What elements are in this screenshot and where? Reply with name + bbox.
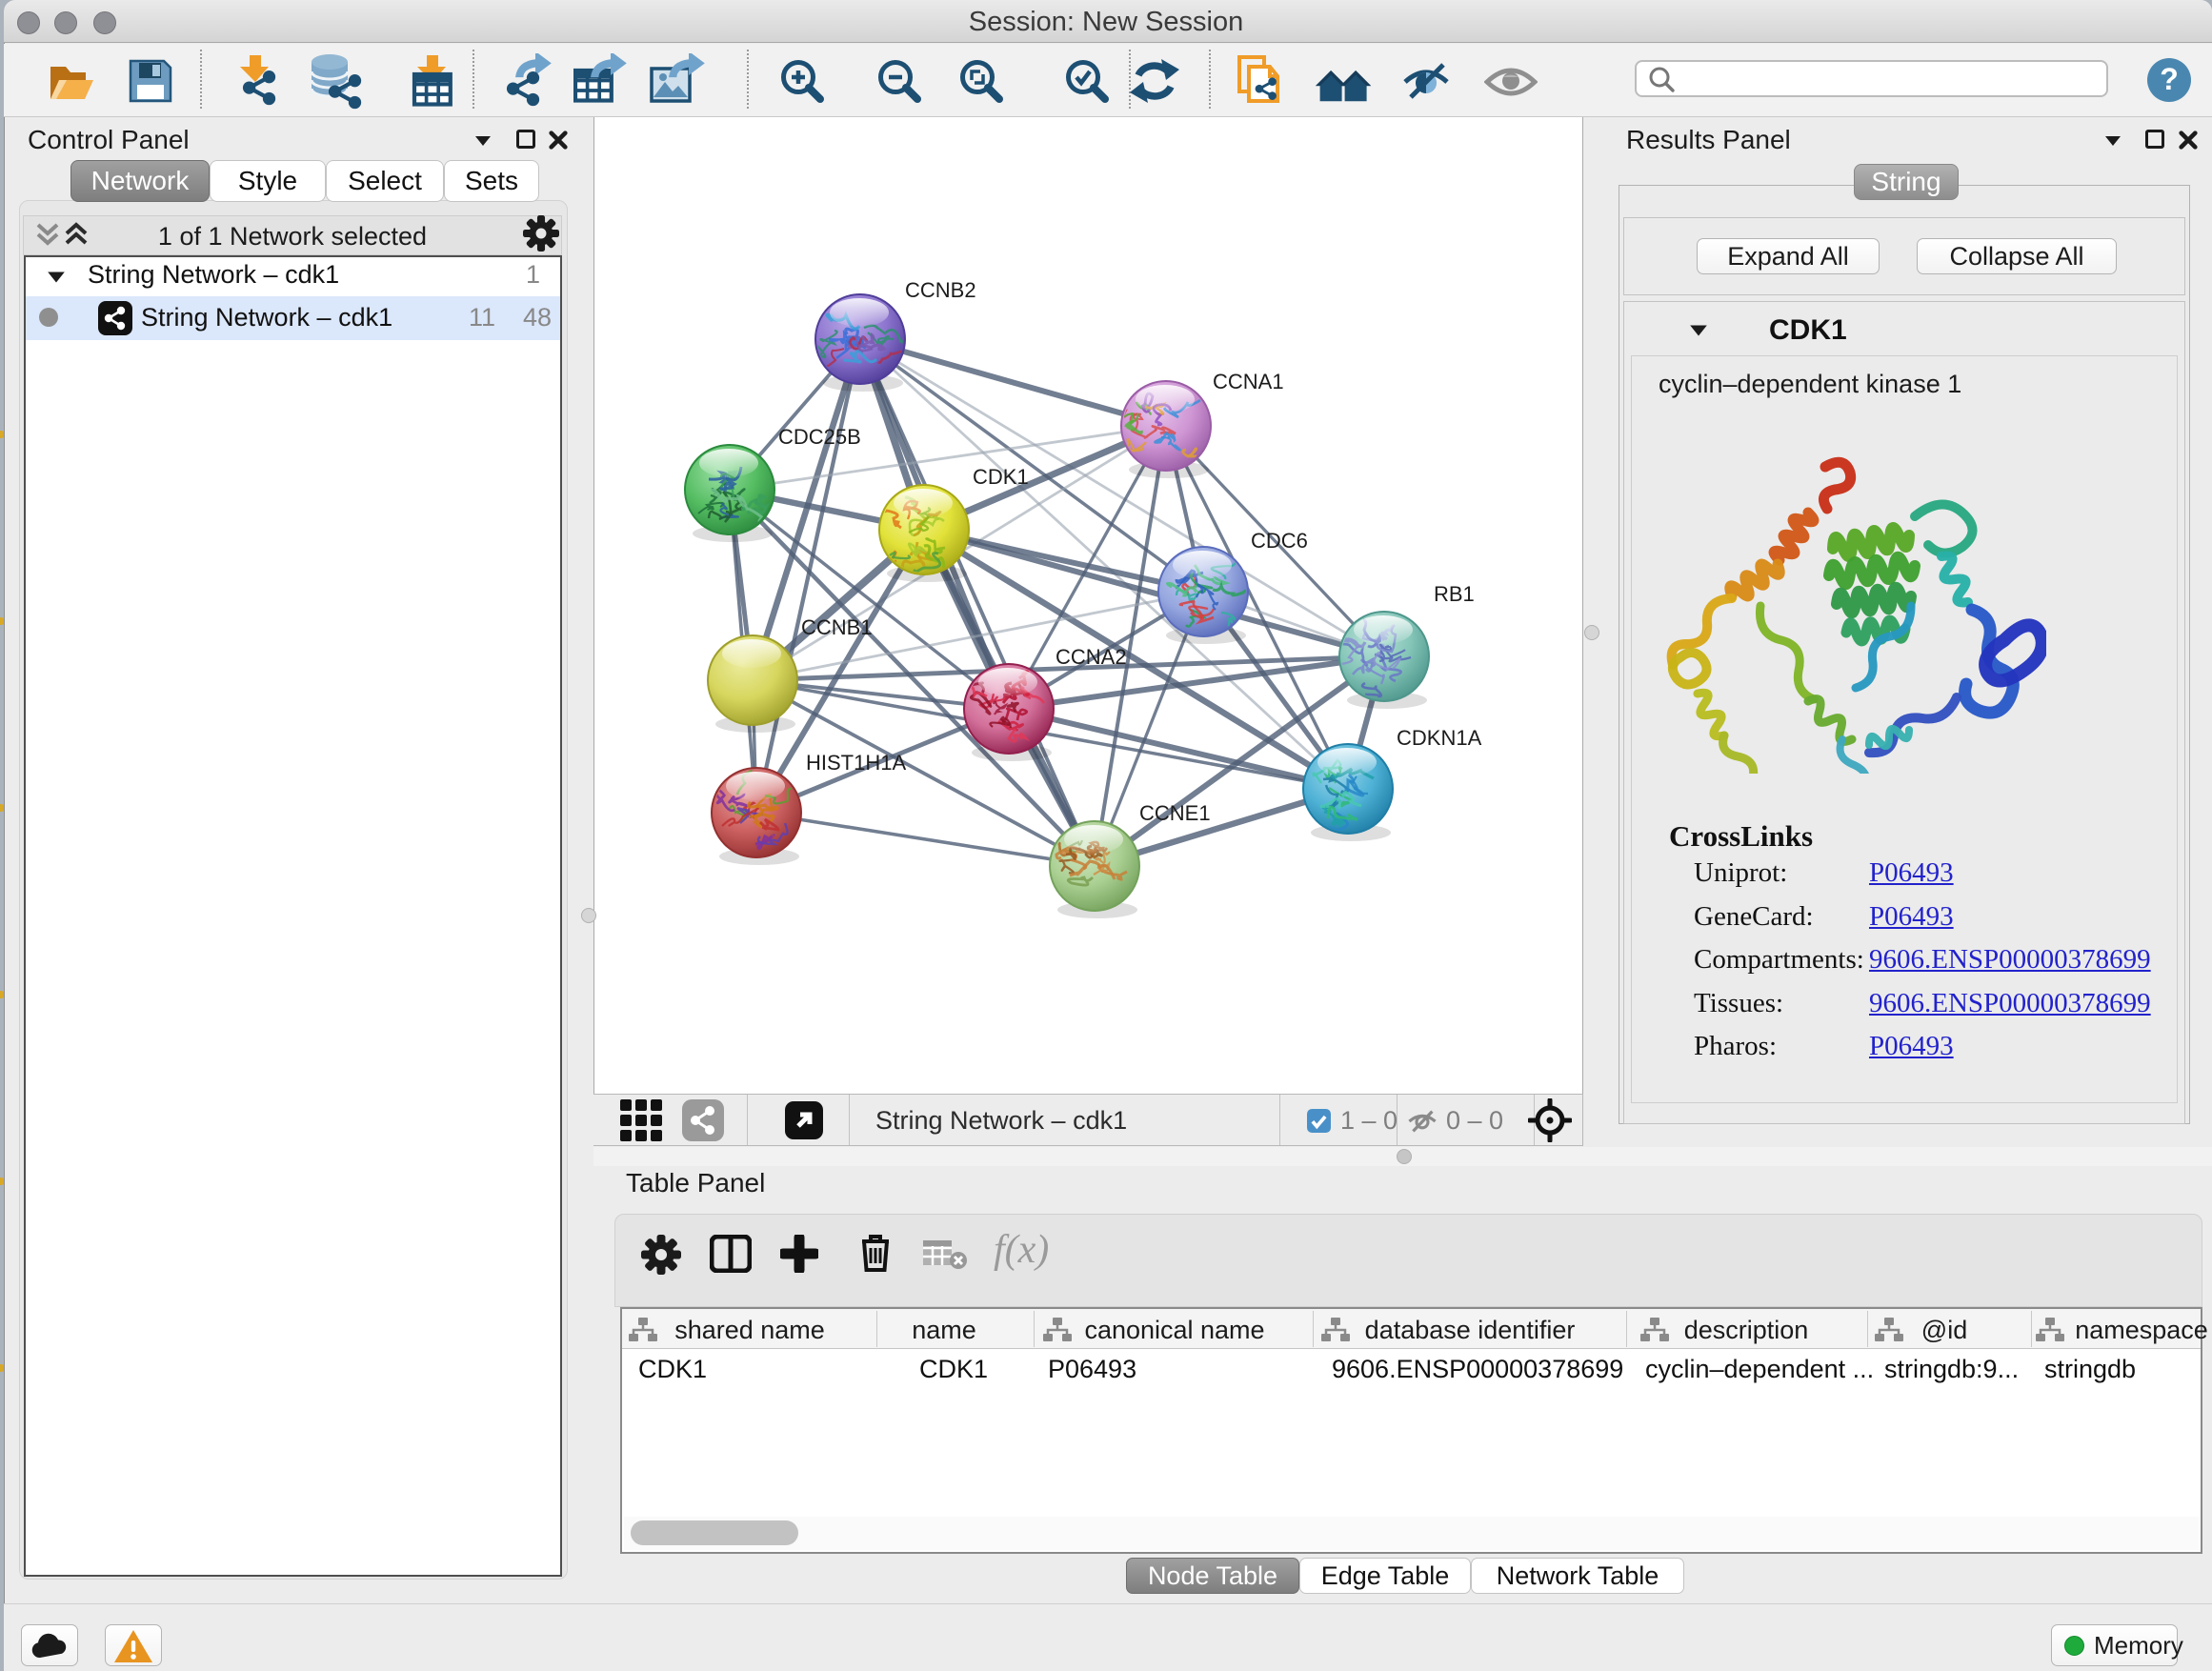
svg-text:CCNA1: CCNA1 (1213, 370, 1284, 393)
svg-text:CDC25B: CDC25B (778, 425, 861, 449)
svg-text:CCNB2: CCNB2 (905, 278, 976, 302)
svg-text:CCNE1: CCNE1 (1139, 801, 1211, 825)
svg-text:CCNA2: CCNA2 (1056, 645, 1127, 669)
svg-text:RB1: RB1 (1434, 582, 1475, 606)
svg-text:HIST1H1A: HIST1H1A (806, 751, 906, 775)
svg-text:CDC6: CDC6 (1251, 529, 1308, 553)
svg-text:CDK1: CDK1 (973, 465, 1029, 489)
svg-text:CCNB1: CCNB1 (801, 615, 873, 639)
svg-text:?: ? (2160, 62, 2179, 96)
svg-text:CDKN1A: CDKN1A (1397, 726, 1482, 750)
